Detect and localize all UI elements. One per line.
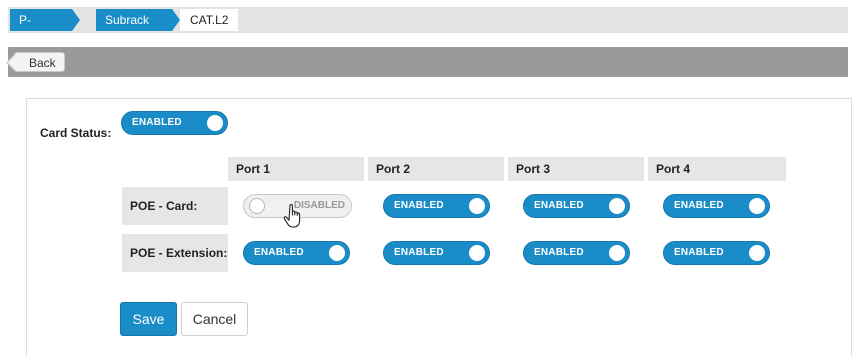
toggle-knob	[329, 245, 345, 261]
breadcrumb: P-CAN.1 Subrack CAT.L2	[8, 7, 848, 49]
toggle-label: ENABLED	[674, 200, 724, 211]
port-header-3: Port 3	[508, 157, 644, 181]
toolbar: Back	[8, 47, 848, 77]
poe-card-port4-toggle[interactable]: ENABLED	[663, 194, 770, 218]
poe-extension-port2-toggle[interactable]: ENABLED	[383, 241, 490, 265]
back-button[interactable]: Back	[14, 52, 65, 72]
back-button-label: Back	[29, 56, 56, 70]
card-status-toggle[interactable]: ENABLED	[121, 111, 228, 135]
toggle-label: ENABLED	[534, 247, 584, 258]
toggle-knob	[207, 115, 223, 131]
toggle-label: ENABLED	[132, 117, 182, 128]
toggle-knob	[469, 245, 485, 261]
toggle-knob	[469, 198, 485, 214]
toggle-label: ENABLED	[254, 247, 304, 258]
toggle-label: ENABLED	[674, 247, 724, 258]
toggle-label: ENABLED	[394, 200, 444, 211]
row-label-poe-card: POE - Card:	[122, 187, 228, 225]
poe-extension-port3-toggle[interactable]: ENABLED	[523, 241, 630, 265]
toggle-label: ENABLED	[394, 247, 444, 258]
cancel-button[interactable]: Cancel	[181, 302, 248, 336]
toggle-knob	[609, 198, 625, 214]
breadcrumb-current: CAT.L2	[180, 9, 239, 31]
toggle-knob	[749, 198, 765, 214]
poe-card-port3-toggle[interactable]: ENABLED	[523, 194, 630, 218]
port-header-1: Port 1	[228, 157, 364, 181]
save-button[interactable]: Save	[120, 302, 177, 336]
toggle-knob	[749, 245, 765, 261]
toggle-knob	[249, 198, 265, 214]
port-header-4: Port 4	[648, 157, 786, 181]
poe-card-port2-toggle[interactable]: ENABLED	[383, 194, 490, 218]
hand-cursor-icon	[283, 204, 301, 228]
poe-extension-port4-toggle[interactable]: ENABLED	[663, 241, 770, 265]
card-status-label: Card Status:	[40, 126, 112, 140]
toggle-label: ENABLED	[534, 200, 584, 211]
port-header-2: Port 2	[368, 157, 504, 181]
poe-extension-port1-toggle[interactable]: ENABLED	[243, 241, 350, 265]
breadcrumb-item-subrack[interactable]: Subrack	[96, 9, 180, 31]
breadcrumb-item-pcan[interactable]: P-CAN.1	[10, 9, 80, 49]
row-label-poe-extension: POE - Extension:	[122, 234, 228, 272]
toggle-knob	[609, 245, 625, 261]
